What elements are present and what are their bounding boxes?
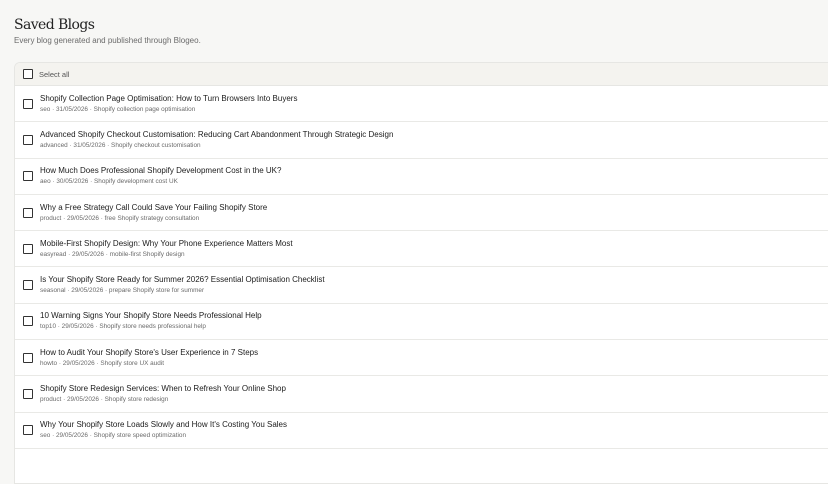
select-all-checkbox[interactable] [23, 69, 33, 79]
saved-blogs-list: Select all Shopify Collection Page Optim… [14, 62, 828, 484]
blog-meta: howto · 29/05/2026 · Shopify store UX au… [40, 359, 164, 367]
row-checkbox[interactable] [23, 280, 33, 291]
row-checkbox[interactable] [23, 171, 33, 182]
blog-meta: easyread · 29/05/2026 · mobile-first Sho… [40, 250, 185, 258]
page-header: Saved Blogs Every blog generated and pub… [14, 16, 201, 46]
blog-row[interactable]: How to Audit Your Shopify Store's User E… [15, 340, 828, 377]
blog-meta: advanced · 31/05/2026 · Shopify checkout… [40, 141, 201, 149]
page-subtitle: Every blog generated and published throu… [14, 36, 201, 45]
blog-title[interactable]: How to Audit Your Shopify Store's User E… [40, 347, 258, 358]
blog-meta: product · 29/05/2026 · Shopify store red… [40, 396, 169, 404]
row-checkbox[interactable] [23, 389, 33, 400]
blog-meta: seo · 31/05/2026 · Shopify collection pa… [40, 105, 196, 113]
blog-row[interactable]: Is Your Shopify Store Ready for Summer 2… [15, 267, 828, 304]
blog-meta: product · 29/05/2026 · free Shopify stra… [40, 214, 200, 222]
row-checkbox[interactable] [23, 316, 33, 327]
blog-row[interactable]: 10 Warning Signs Your Shopify Store Need… [15, 304, 828, 341]
page-title: Saved Blogs [14, 17, 95, 33]
row-checkbox[interactable] [23, 425, 33, 436]
blog-title[interactable]: 10 Warning Signs Your Shopify Store Need… [40, 310, 262, 321]
blog-meta: top10 · 29/05/2026 · Shopify store needs… [40, 323, 206, 331]
blog-title[interactable]: How Much Does Professional Shopify Devel… [40, 165, 281, 176]
blog-row[interactable]: Why Your Shopify Store Loads Slowly and … [15, 413, 828, 449]
blog-title[interactable]: Shopify Collection Page Optimisation: Ho… [40, 93, 297, 104]
row-checkbox[interactable] [23, 352, 33, 363]
blog-meta: seo · 29/05/2026 · Shopify store speed o… [40, 432, 187, 440]
blog-row[interactable]: Shopify Store Redesign Services: When to… [15, 376, 828, 413]
row-checkbox[interactable] [23, 207, 33, 218]
blog-title[interactable]: Advanced Shopify Checkout Customisation:… [40, 129, 393, 140]
select-all-row[interactable]: Select all [15, 63, 828, 86]
row-checkbox[interactable] [23, 134, 33, 145]
blog-row[interactable]: Mobile-First Shopify Design: Why Your Ph… [15, 231, 828, 268]
row-checkbox[interactable] [23, 98, 33, 109]
blog-meta: aeo · 30/05/2026 · Shopify development c… [40, 178, 178, 186]
blog-row[interactable]: Why a Free Strategy Call Could Save Your… [15, 195, 828, 232]
select-all-label: Select all [39, 69, 70, 79]
blog-row[interactable]: How Much Does Professional Shopify Devel… [15, 159, 828, 195]
row-checkbox[interactable] [23, 243, 33, 254]
blog-title[interactable]: Is Your Shopify Store Ready for Summer 2… [40, 274, 325, 285]
blog-title[interactable]: Why a Free Strategy Call Could Save Your… [40, 202, 267, 213]
blog-row[interactable]: Shopify Collection Page Optimisation: Ho… [15, 86, 828, 123]
blog-title[interactable]: Mobile-First Shopify Design: Why Your Ph… [40, 238, 293, 249]
blog-title[interactable]: Shopify Store Redesign Services: When to… [40, 383, 286, 394]
blog-title[interactable]: Why Your Shopify Store Loads Slowly and … [40, 419, 287, 430]
blog-meta: seasonal · 29/05/2026 · prepare Shopify … [40, 287, 205, 295]
blog-row[interactable]: Advanced Shopify Checkout Customisation:… [15, 122, 828, 159]
